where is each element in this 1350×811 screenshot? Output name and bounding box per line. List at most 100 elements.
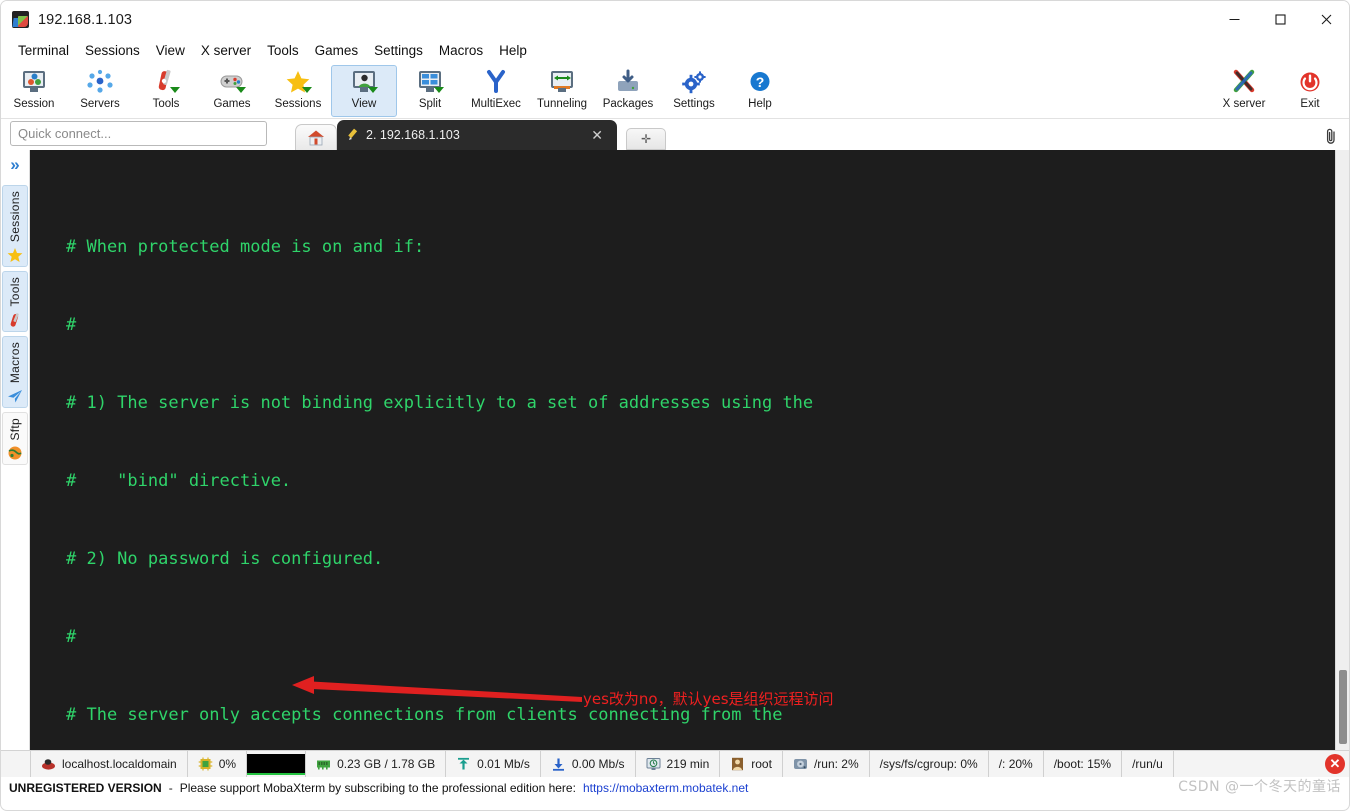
- toolbar-help-label: Help: [748, 98, 772, 111]
- mobaxterm-icon: [12, 11, 29, 28]
- toolbar-tools-button[interactable]: Tools: [133, 65, 199, 117]
- status-disk-cgroup-text: /sys/fs/cgroup: 0%: [880, 757, 978, 771]
- footer-link[interactable]: https://mobaxterm.mobatek.net: [583, 781, 748, 795]
- games-icon: [217, 69, 247, 97]
- sidebar-item-tools[interactable]: Tools: [2, 271, 28, 332]
- toolbar-view-button[interactable]: View: [331, 65, 397, 117]
- settings-gear-icon: [679, 69, 709, 97]
- sidebar-item-sessions[interactable]: Sessions: [2, 185, 28, 267]
- toolbar-sessions-button[interactable]: Sessions: [265, 65, 331, 117]
- terminal-area: # When protected mode is on and if: # # …: [30, 150, 1349, 750]
- status-disk-run[interactable]: /run: 2%: [783, 751, 870, 777]
- mobaxterm-window: 192.168.1.103 Terminal Sessions View X s…: [0, 0, 1350, 811]
- status-memory[interactable]: 0.23 GB / 1.78 GB: [306, 751, 446, 777]
- user-icon: [730, 757, 745, 771]
- tunneling-icon: [547, 69, 577, 97]
- toolbar-games-button[interactable]: Games: [199, 65, 265, 117]
- toolbar-multiexec-label: MultiExec: [471, 98, 521, 111]
- window-title: 192.168.1.103: [38, 12, 132, 28]
- toolbar-sessions-label: Sessions: [275, 98, 322, 111]
- main-toolbar: Session Servers: [1, 63, 1349, 119]
- cpu-icon: [198, 757, 213, 771]
- terminal-line: #: [66, 624, 1335, 650]
- status-disk-runuser[interactable]: /run/u: [1122, 751, 1174, 777]
- window-controls: [1211, 1, 1349, 38]
- menu-terminal[interactable]: Terminal: [10, 40, 77, 61]
- terminal-output[interactable]: # When protected mode is on and if: # # …: [30, 150, 1335, 750]
- minimize-button[interactable]: [1211, 1, 1257, 38]
- toolbar-exit-label: Exit: [1300, 98, 1319, 111]
- title-bar: 192.168.1.103: [1, 1, 1349, 38]
- unregistered-label: UNREGISTERED VERSION: [9, 781, 162, 795]
- terminal-line: # 2) No password is configured.: [66, 546, 1335, 572]
- terminal-scrollbar[interactable]: [1335, 150, 1349, 750]
- toolbar-split-button[interactable]: Split: [397, 65, 463, 117]
- menu-view[interactable]: View: [148, 40, 193, 61]
- scrollbar-thumb[interactable]: [1339, 670, 1347, 744]
- toolbar-settings-label: Settings: [673, 98, 715, 111]
- upload-icon: [456, 757, 471, 771]
- close-button[interactable]: [1303, 1, 1349, 38]
- left-sidebar: » Sessions Tools Ma: [1, 150, 30, 750]
- toolbar-xserver-button[interactable]: X server: [1211, 65, 1277, 117]
- disk-icon: [793, 757, 808, 771]
- maximize-button[interactable]: [1257, 1, 1303, 38]
- status-disk-runuser-text: /run/u: [1132, 757, 1163, 771]
- toolbar-tunneling-label: Tunneling: [537, 98, 587, 111]
- status-close-button[interactable]: ✕: [1325, 754, 1345, 774]
- status-cpu[interactable]: 0%: [188, 751, 247, 777]
- redhat-icon: [41, 757, 56, 771]
- new-tab-button[interactable]: ✛: [626, 128, 666, 150]
- xserver-icon: [1229, 69, 1259, 97]
- toolbar-tunneling-button[interactable]: Tunneling: [529, 65, 595, 117]
- toolbar-exit-button[interactable]: Exit: [1277, 65, 1343, 117]
- status-bar: localhost.localdomain 0%: [1, 750, 1349, 777]
- menu-bar: Terminal Sessions View X server Tools Ga…: [1, 38, 1349, 63]
- sidebar-sftp-label: Sftp: [8, 418, 22, 441]
- status-disk-run-text: /run: 2%: [814, 757, 859, 771]
- toolbar-help-button[interactable]: ? Help: [727, 65, 793, 117]
- tab-bar: Quick connect... 2. 192.168.1.103 ✕ ✛: [1, 119, 1349, 150]
- toolbar-session-button[interactable]: Session: [1, 65, 67, 117]
- download-icon: [551, 757, 566, 771]
- help-icon: ?: [745, 69, 775, 97]
- status-download[interactable]: 0.00 Mb/s: [541, 751, 636, 777]
- toolbar-right-group: X server Exit: [1211, 65, 1343, 117]
- toolbar-servers-button[interactable]: Servers: [67, 65, 133, 117]
- expand-sidebar-icon[interactable]: »: [10, 156, 19, 173]
- servers-icon: [85, 69, 115, 97]
- status-hostname[interactable]: localhost.localdomain: [30, 751, 188, 777]
- annotation-arrow-icon: [292, 669, 592, 709]
- toolbar-multiexec-button[interactable]: MultiExec: [463, 65, 529, 117]
- annotation-text: yes改为no，默认yes是组织远程访问: [583, 686, 834, 712]
- status-upload[interactable]: 0.01 Mb/s: [446, 751, 541, 777]
- sidebar-tools-label: Tools: [8, 277, 22, 307]
- toolbar-packages-button[interactable]: Packages: [595, 65, 661, 117]
- status-user[interactable]: root: [720, 751, 783, 777]
- status-uptime[interactable]: 219 min: [636, 751, 721, 777]
- toolbar-games-label: Games: [213, 98, 250, 111]
- menu-macros[interactable]: Macros: [431, 40, 491, 61]
- sidebar-sessions-label: Sessions: [8, 191, 22, 242]
- paperclip-icon[interactable]: [1323, 127, 1339, 145]
- menu-tools[interactable]: Tools: [259, 40, 307, 61]
- status-cpu-graph-cell[interactable]: [247, 751, 306, 777]
- status-disk-boot[interactable]: /boot: 15%: [1044, 751, 1122, 777]
- menu-settings[interactable]: Settings: [366, 40, 431, 61]
- session-icon: [19, 69, 49, 97]
- menu-games[interactable]: Games: [307, 40, 367, 61]
- menu-help[interactable]: Help: [491, 40, 535, 61]
- status-disk-cgroup[interactable]: /sys/fs/cgroup: 0%: [870, 751, 989, 777]
- terminal-tab[interactable]: 2. 192.168.1.103 ✕: [337, 120, 617, 150]
- quick-connect-input[interactable]: Quick connect...: [10, 121, 267, 146]
- toolbar-settings-button[interactable]: Settings: [661, 65, 727, 117]
- status-download-text: 0.00 Mb/s: [572, 757, 625, 771]
- terminal-tab-close-icon[interactable]: ✕: [591, 128, 603, 142]
- menu-x-server[interactable]: X server: [193, 40, 259, 61]
- sidebar-item-sftp[interactable]: Sftp: [2, 412, 28, 466]
- home-tab[interactable]: [295, 124, 337, 150]
- status-disk-root[interactable]: /: 20%: [989, 751, 1044, 777]
- sidebar-item-macros[interactable]: Macros: [2, 336, 28, 408]
- status-upload-text: 0.01 Mb/s: [477, 757, 530, 771]
- menu-sessions[interactable]: Sessions: [77, 40, 148, 61]
